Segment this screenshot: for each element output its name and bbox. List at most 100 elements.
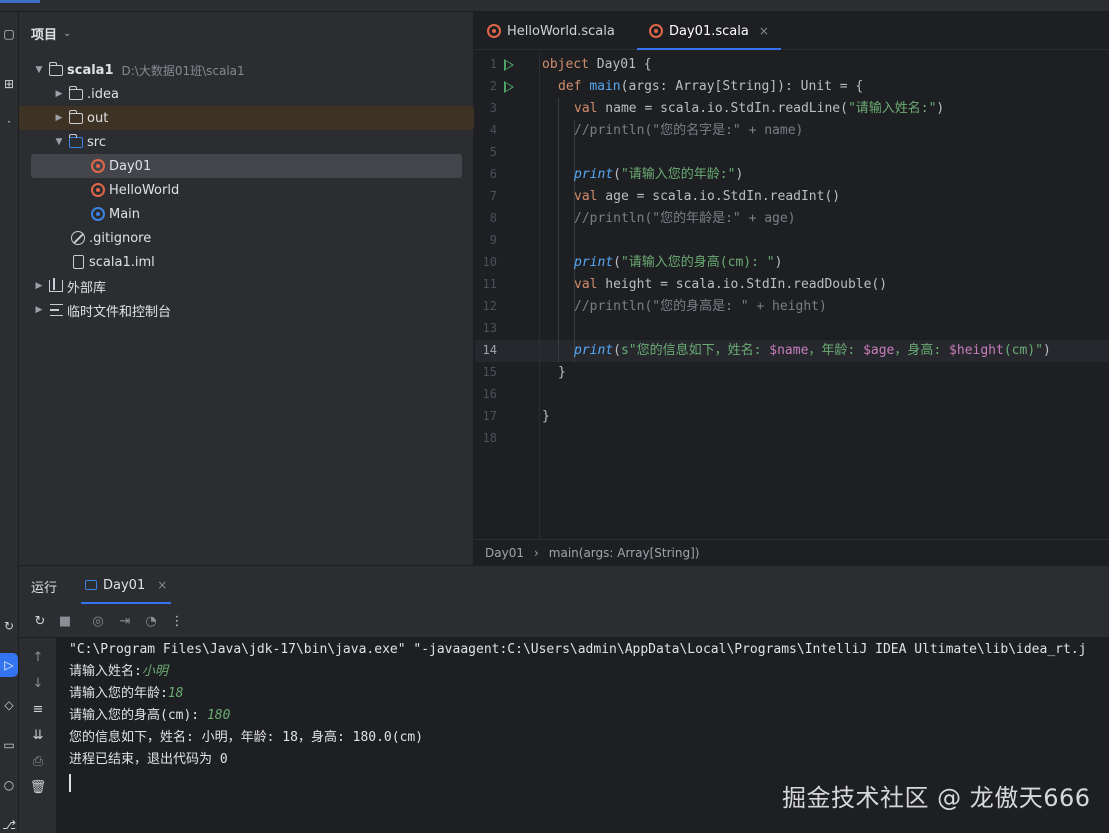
run-tab-day01[interactable]: Day01 × xyxy=(81,566,172,604)
run-panel-title: 运行 xyxy=(31,581,58,596)
project-panel-header[interactable]: 项目 ⌄ xyxy=(31,24,71,43)
screenshot-icon[interactable]: ◎ xyxy=(89,612,107,630)
code-line-7: val age = scala.io.StdIn.readInt() xyxy=(574,189,841,204)
project-panel-title: 项目 xyxy=(31,28,58,43)
print-icon[interactable]: ⎙ xyxy=(29,752,47,770)
line-number: 4 xyxy=(489,123,497,137)
project-panel: 项目 ⌄ ▼ scala1 D:\大数据01班\scala1 ▶ .idea ▶… xyxy=(19,12,474,565)
services-tool-icon[interactable]: ◇ xyxy=(0,693,18,717)
arrow-down-icon[interactable]: ↓ xyxy=(29,674,47,692)
code-line-1: object Day01 { xyxy=(542,57,652,72)
run-main-icon[interactable] xyxy=(504,81,514,93)
line-number: 14 xyxy=(482,343,497,357)
arrow-up-icon[interactable]: ↑ xyxy=(29,648,47,666)
console-line-name: 请输入姓名:小明 xyxy=(69,664,168,679)
code-line-15: } xyxy=(558,365,566,380)
tree-item-label: out xyxy=(87,110,109,126)
scroll-to-end-icon[interactable]: ⇊ xyxy=(29,726,47,744)
scala-file-icon xyxy=(649,24,663,38)
tab-helloworld[interactable]: HelloWorld.scala xyxy=(475,12,627,50)
terminal-tool-icon[interactable]: ▭ xyxy=(0,733,18,757)
title-bar xyxy=(0,0,1109,12)
line-number: 11 xyxy=(482,277,497,291)
console-side-toolbar: ↑ ↓ ≡ ⇊ ⎙ 🗑 xyxy=(19,638,57,833)
chevron-right-icon[interactable]: ▶ xyxy=(51,89,67,99)
chevron-down-icon[interactable]: ▼ xyxy=(51,137,67,147)
line-number: 3 xyxy=(489,101,497,115)
build-tool-icon[interactable]: ↻ xyxy=(0,614,18,638)
tree-item-out[interactable]: ▶ out xyxy=(19,106,474,130)
line-number: 18 xyxy=(482,431,497,445)
line-number: 10 xyxy=(482,255,497,269)
code-line-6: print("请输入您的年龄:") xyxy=(574,167,744,182)
line-number: 7 xyxy=(489,189,497,203)
tab-day01[interactable]: Day01.scala × xyxy=(637,12,781,50)
scala-file-icon xyxy=(487,24,501,38)
watermark: 掘金技术社区 @ 龙傲天666 xyxy=(782,784,1091,812)
scala-class-icon xyxy=(89,206,107,222)
chevron-down-icon[interactable]: ▼ xyxy=(31,65,47,75)
line-number: 6 xyxy=(489,167,497,181)
code-line-2: def main(args: Array[String]): Unit = { xyxy=(558,79,864,94)
title-bar-accent xyxy=(0,0,40,3)
tree-item-helloworld[interactable]: HelloWorld xyxy=(89,178,179,202)
soft-wrap-icon[interactable]: ≡ xyxy=(29,700,47,718)
tree-item-external-libraries[interactable]: ▶ 外部库 xyxy=(31,274,106,298)
breadcrumb-item[interactable]: Day01 xyxy=(485,546,524,560)
tree-item-label: Main xyxy=(109,206,141,222)
tree-item-gitignore[interactable]: .gitignore xyxy=(69,226,151,250)
code-line-11: val height = scala.io.StdIn.readDouble() xyxy=(574,277,888,292)
breadcrumb: Day01 › main(args: Array[String]) xyxy=(475,539,1109,565)
line-number: 13 xyxy=(482,321,497,335)
folder-icon xyxy=(67,133,85,150)
line-number: 1 xyxy=(489,57,497,71)
tree-item-idea[interactable]: ▶ .idea xyxy=(51,82,119,106)
more-tools-icon[interactable]: · xyxy=(0,110,18,134)
line-number: 9 xyxy=(489,233,497,247)
run-config-icon xyxy=(85,580,97,590)
problems-tool-icon[interactable]: ○ xyxy=(0,773,18,797)
folder-icon xyxy=(67,109,85,126)
tree-item-scratches[interactable]: ▶ 临时文件和控制台 xyxy=(31,298,171,322)
tool-window-strip: ▢ ⊞ · ↻ ▷ ◇ ▭ ○ ⎇ xyxy=(0,12,19,833)
chevron-right-icon[interactable]: ▶ xyxy=(31,281,47,291)
close-icon[interactable]: × xyxy=(759,24,769,38)
tree-item-scala1-iml[interactable]: scala1.iml xyxy=(69,250,155,274)
line-number: 17 xyxy=(482,409,497,423)
restore-layout-icon[interactable]: ⇥ xyxy=(116,612,134,630)
run-object-icon[interactable] xyxy=(504,59,514,71)
tree-item-label: src xyxy=(87,134,106,150)
tab-label: Day01.scala xyxy=(669,23,749,39)
git-tool-icon[interactable]: ⎇ xyxy=(0,813,18,833)
run-tool-icon[interactable]: ▷ xyxy=(0,653,18,677)
chevron-right-icon[interactable]: ▶ xyxy=(31,305,47,315)
line-number: 16 xyxy=(482,387,497,401)
stop-icon[interactable]: ■ xyxy=(56,612,74,630)
project-tool-icon[interactable]: ▢ xyxy=(0,22,18,46)
tree-item-label: .idea xyxy=(87,86,119,102)
code-editor[interactable]: 1 2 3 4 5 6 7 8 9 10 11 12 13 14 15 16 1… xyxy=(475,54,1109,539)
more-options-icon[interactable]: ⋮ xyxy=(168,612,186,630)
tree-item-src[interactable]: ▼ src xyxy=(51,130,106,154)
tree-item-scala1[interactable]: ▼ scala1 D:\大数据01班\scala1 xyxy=(31,58,245,82)
editor-tabs: HelloWorld.scala Day01.scala × xyxy=(475,12,1109,50)
chevron-right-icon[interactable]: ▶ xyxy=(51,113,67,123)
chevron-down-icon[interactable]: ⌄ xyxy=(63,28,71,39)
code-line-10: print("请输入您的身高(cm): ") xyxy=(574,255,783,270)
console-line-age: 请输入您的年龄:18 xyxy=(69,686,184,701)
tree-item-label: .gitignore xyxy=(89,230,152,246)
code-line-14: print(s"您的信息如下，姓名: $name，年龄: $age，身高: $h… xyxy=(574,343,1051,358)
coverage-icon[interactable]: ◔ xyxy=(142,612,160,630)
rerun-icon[interactable]: ↻ xyxy=(31,612,49,630)
scala-object-icon xyxy=(89,158,107,174)
breadcrumb-item[interactable]: main(args: Array[String]) xyxy=(549,546,700,560)
console-line-exit: 进程已结束，退出代码为 0 xyxy=(69,752,228,767)
structure-tool-icon[interactable]: ⊞ xyxy=(0,72,18,96)
line-number: 5 xyxy=(489,145,497,159)
trash-icon[interactable]: 🗑 xyxy=(29,778,47,796)
tree-item-main[interactable]: Main xyxy=(89,202,140,226)
tree-item-day01[interactable]: Day01 xyxy=(31,154,462,178)
close-icon[interactable]: × xyxy=(157,578,167,592)
console-line-height: 请输入您的身高(cm): 180 xyxy=(69,708,231,723)
console-line-result: 您的信息如下，姓名: 小明，年龄: 18，身高: 180.0(cm) xyxy=(69,730,424,745)
